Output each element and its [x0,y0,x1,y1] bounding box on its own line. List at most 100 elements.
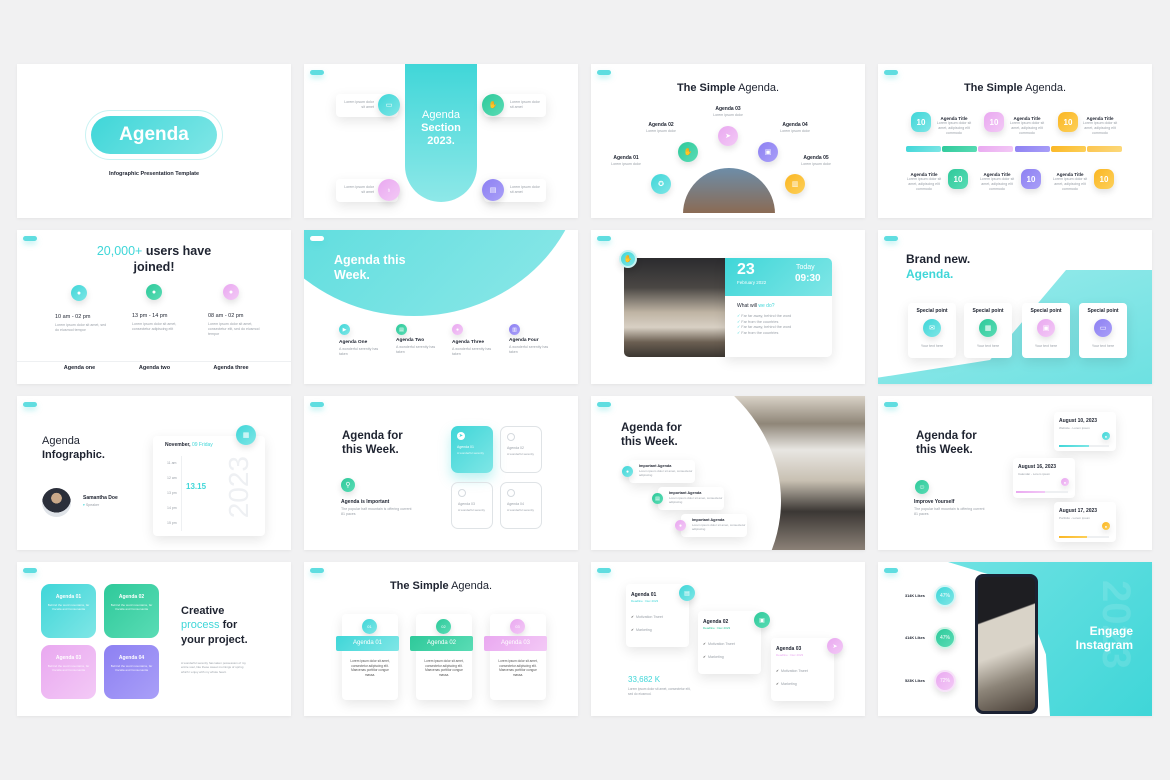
slide-badge [23,568,37,573]
circle-icon [507,489,515,497]
slide-4-simple-agenda-timeline[interactable]: The Simple Agenda. 10 10 10 10 10 10 Age… [878,64,1152,218]
agenda-card-active[interactable]: ➤ Agenda 01 A wonderful serenity [451,426,493,473]
question: What will we do? [737,303,775,309]
stat-value: 33,682 K [628,675,661,684]
number-badge: 10 [984,112,1004,132]
slide-title: Creative process for your project. [181,605,248,646]
point-card: Special point ▦ Your text here [964,303,1012,358]
calendar-icon[interactable]: ▦ [236,425,256,445]
agenda-card: Important Agenda Lorem ipsum dolor sit am… [629,460,695,483]
number-badge: 02 [436,619,451,634]
agenda-card: Important Agenda Lorem ipsum dolor sit am… [658,487,724,510]
slide-badge [884,70,898,75]
timeline-segment [906,146,941,152]
likes-label: 414K Likes [905,636,925,640]
agenda-card[interactable]: Agenda 03 A wonderful serenity [451,482,493,529]
document-icon: ▤ [679,585,695,601]
office-photo [624,258,726,357]
timeline-item: Agenda Title Lorem ipsum dolor sit amet, … [1082,116,1118,136]
sub-title: Improve Yourself [914,499,955,505]
likes-label: 523K Likes [905,679,925,683]
slide-7-date-card[interactable]: ✋ 23 February 2022 Today 09:30 What will… [591,230,865,384]
slide-5-users-joined[interactable]: 20,000+ users have joined! ● ● ● 10 am - … [17,230,291,384]
target-icon: ● [1102,432,1110,440]
slide-badge [23,236,37,241]
likes-label: 314K Likes [905,594,925,598]
number-badge: 01 [362,619,377,634]
list-icon: ▤ [396,324,407,335]
send-icon: ➤ [457,432,465,440]
slide-badge [884,236,898,241]
target-icon: ● [1102,522,1110,530]
slide-10-agenda-grid[interactable]: Agenda for this Week. ⚲ Agenda is Importa… [304,396,578,550]
calendar-icon: ▦ [979,319,997,337]
title-line: Section [421,122,461,135]
week-item: Agenda One A wonderful serenity has taken [339,340,379,357]
item-text: Lorem ipsum dolor sit amet [510,100,540,110]
agenda-label: Agenda 03 [715,106,741,112]
slide-badge [884,568,898,573]
point-card: Special point ▭ Your text here [1079,303,1127,358]
slide-14-simple-agenda-cards[interactable]: The Simple Agenda. 01 Lorem ipsum dolor s… [304,562,578,716]
schedule-item: 10 am - 02 pm Lorem ipsum dolor sit amet,… [55,314,107,333]
slide-8-brand-new[interactable]: Brand new. Agenda. Special point ✉ Your tex… [878,230,1152,384]
progress-bar [1059,536,1087,538]
slide-badge [597,236,611,241]
sub-title: Agenda is Important [341,499,390,505]
number-badge: 10 [911,112,931,132]
sub-desc: The popular half mountain is offering cu… [914,507,985,517]
slide-title: 20,000+ users have joined! [96,244,212,274]
item-text: Lorem ipsum dolor sit amet [344,185,374,195]
user-icon: ☺ [915,480,929,494]
timeline-item: Agenda Title Lorem ipsum dolor sit amet, … [1052,172,1088,192]
divider [17,361,291,362]
agenda-label-bar: Agenda 01 [336,636,399,651]
description: A wonderful serenity has taken possessio… [181,661,246,674]
bulb-icon: ● [622,466,633,477]
date-card: August 10, 2023 Website - Lorem ipsum ● [1054,412,1116,451]
slide-3-simple-agenda-arc[interactable]: The Simple Agenda. Agenda 01 Lorem ipsum… [591,64,865,218]
agenda-desc: Lorem ipsum dolor [780,129,810,133]
book-icon: ▥ [785,174,805,194]
send-icon: ➤ [718,126,738,146]
hand-icon: ✋ [619,250,637,268]
slide-badge [310,236,324,241]
month: February 2022 [737,280,767,285]
slide-16-engage-instagram[interactable]: 2023 Engage Instagram 314K Likes 47% 414K… [878,562,1152,716]
agenda-card[interactable]: Agenda 04 A wonderful serenity [500,482,542,529]
speaker-name: Samantha Doe [83,495,118,501]
slide-13-creative-process[interactable]: Agenda 01 Behind the word mountains, far … [17,562,291,716]
schedule-item: 08 am - 02 pm Lorem ipsum dolor sit amet,… [208,313,260,337]
clock-icon: ● [146,284,162,300]
time: 09:30 [795,273,821,284]
phone-mockup [975,574,1038,714]
slide-15-agenda-tasks[interactable]: Agenda 01 Deadline : Dec 2023 ✔ Motivation… [591,562,865,716]
drop-icon: ● [675,520,686,531]
slide-1-title[interactable]: Agenda Infographic Presentation Template [17,64,291,218]
agenda-card: 01 Lorem ipsum dolor sit amet, consectetu… [342,614,398,700]
stat-desc: Lorem ipsum dolor sit amet, consectetur … [628,687,691,696]
slide-12-agenda-dates[interactable]: Agenda for this Week. ☺ Improve Yourself … [878,396,1152,550]
agenda-label: Agenda two [138,365,171,371]
mail-icon: ✉ [923,319,941,337]
title-pill: Agenda [91,116,217,154]
agenda-card[interactable]: Agenda 02 A wonderful serenity [500,426,542,473]
arc-base [661,213,797,218]
timeline-item: Agenda Title Lorem ipsum dolor sit amet, … [979,172,1015,192]
likes-percent: 72% [934,670,956,692]
timeline-item: Agenda Title Lorem ipsum dolor sit amet, … [906,172,942,192]
slide-6-agenda-this-week[interactable]: Agenda this Week. ▶ ▤ ● ▥ Agenda One A won… [304,230,578,384]
play-icon: ▶ [339,324,350,335]
slide-9-agenda-infographic[interactable]: Agenda Infographic. Samantha Doe ▾ Speake… [17,396,291,550]
agenda-label-bar: Agenda 02 [410,636,473,651]
item-text: Lorem ipsum dolor sit amet [510,185,540,195]
slide-11-agenda-photo[interactable]: Agenda for this Week. Important Agenda Lor… [591,396,865,550]
drop-icon: ● [452,324,463,335]
calendar-date: November, 09 Friday [165,442,213,448]
agenda-card: 02 Lorem ipsum dolor sit amet, consectetu… [416,614,472,700]
agenda-card: Important Agenda Lorem ipsum dolor sit am… [681,514,747,537]
slide-2-agenda-section[interactable]: Agenda Section 2023. Lorem ipsum dolor s… [304,64,578,218]
day: 23 [737,261,755,278]
number-badge: 10 [1058,112,1078,132]
speaker-role: ▾ Speaker [83,503,100,507]
